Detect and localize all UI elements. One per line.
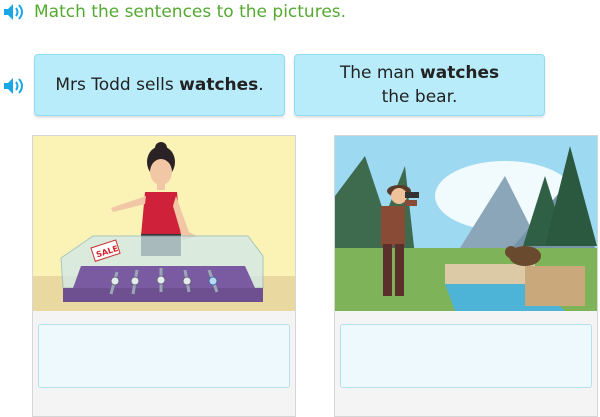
picture-panel-2 bbox=[334, 135, 598, 417]
speaker-icon[interactable] bbox=[2, 2, 26, 22]
answer-tile-2[interactable]: The man watches the bear. bbox=[294, 54, 545, 116]
drop-zone-2[interactable] bbox=[340, 324, 592, 388]
woman-selling-watches-image: SALE bbox=[33, 136, 295, 311]
answer-tile-2-text: The man watches the bear. bbox=[339, 63, 500, 107]
instruction-text: Match the sentences to the pictures. bbox=[34, 2, 347, 22]
picture-panel-1: SALE bbox=[32, 135, 296, 417]
speaker-icon-answers[interactable] bbox=[2, 76, 26, 96]
answer-tile-1-text: Mrs Todd sells watches. bbox=[55, 75, 264, 95]
drop-zone-1[interactable] bbox=[38, 324, 290, 388]
answer-tile-1[interactable]: Mrs Todd sells watches. bbox=[34, 54, 285, 116]
man-watching-bear-image bbox=[335, 136, 597, 311]
